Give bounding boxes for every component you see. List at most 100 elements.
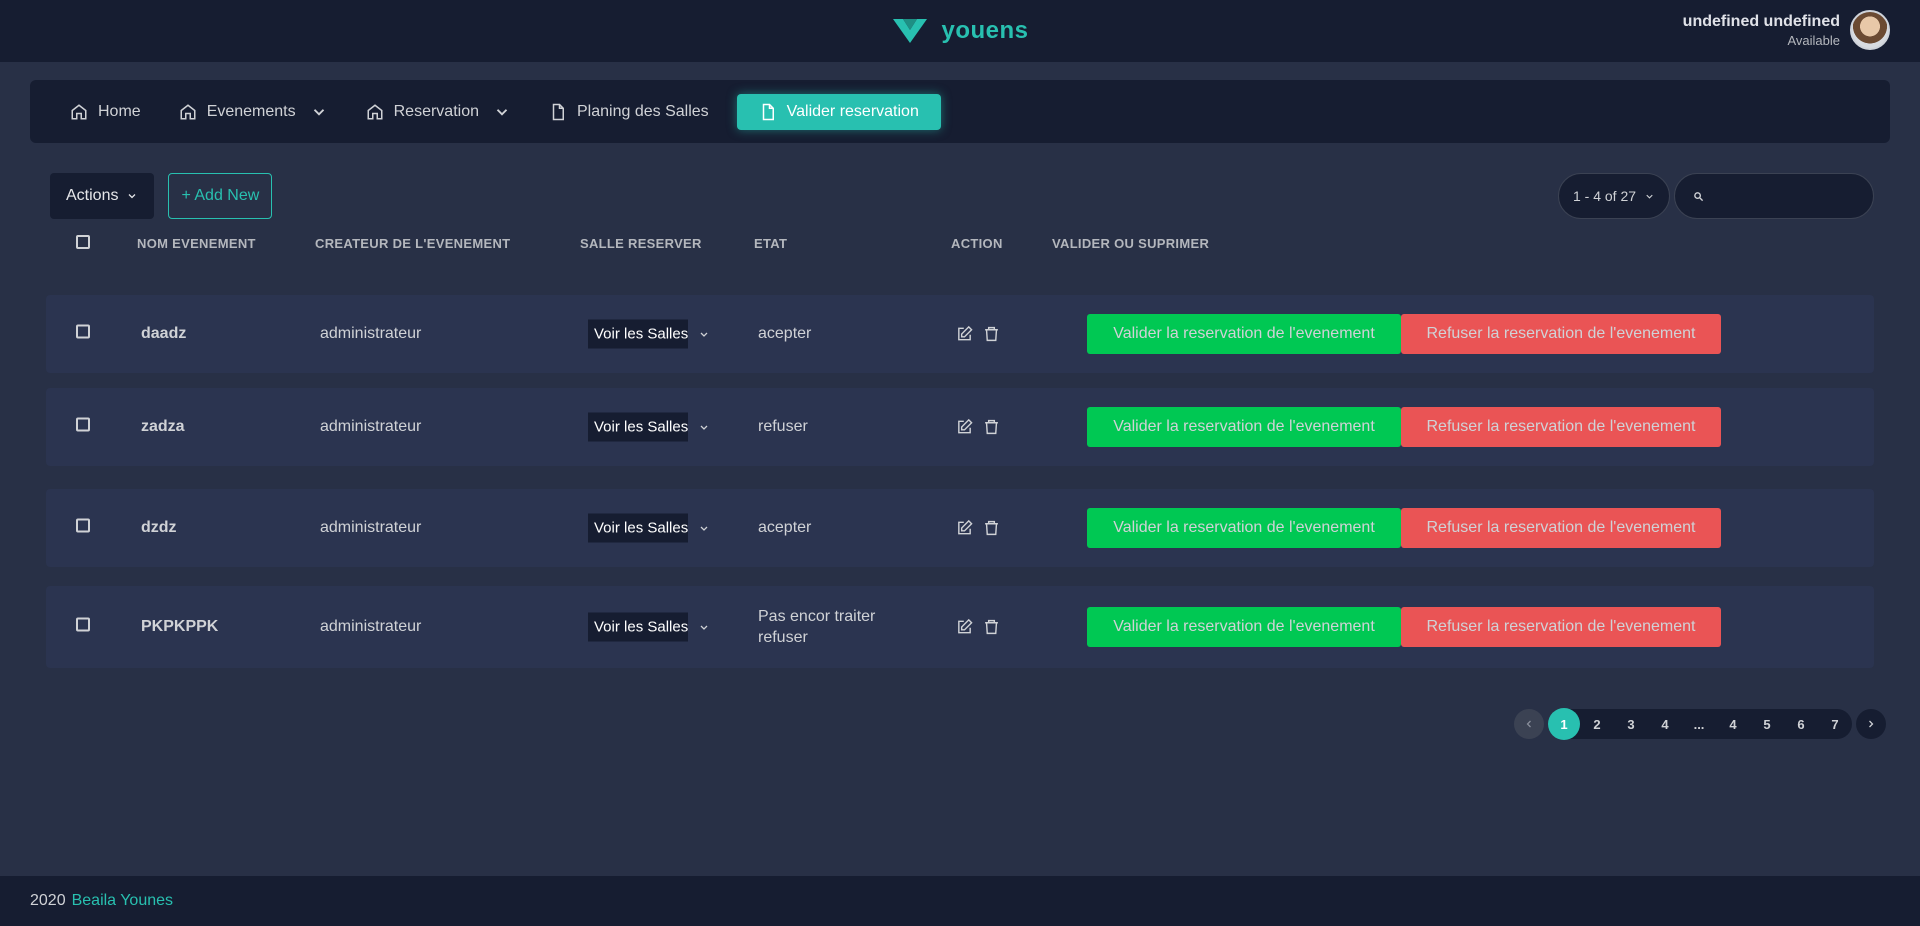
edit-icon[interactable] bbox=[956, 418, 973, 436]
validate-button[interactable]: Valider la reservation de l'evenement bbox=[1087, 314, 1401, 354]
refuse-button[interactable]: Refuser la reservation de l'evenement bbox=[1401, 607, 1721, 647]
column-header: SALLE RESERVER bbox=[580, 236, 702, 251]
event-etat: acepter bbox=[758, 519, 812, 536]
search-input[interactable] bbox=[1712, 188, 1862, 204]
column-header: ETAT bbox=[754, 236, 788, 251]
user-name: undefined undefined bbox=[1682, 12, 1840, 30]
nav-item-planing[interactable]: Planing des Salles bbox=[539, 94, 725, 130]
avatar[interactable] bbox=[1850, 10, 1890, 50]
validate-button[interactable]: Valider la reservation de l'evenement bbox=[1087, 508, 1401, 548]
chevron-down-icon bbox=[700, 425, 708, 430]
event-creator: administrateur bbox=[320, 618, 422, 635]
page-button[interactable]: 7 bbox=[1818, 709, 1852, 739]
nav-item-home[interactable]: Home bbox=[60, 94, 157, 130]
home-icon bbox=[367, 103, 383, 119]
salle-select[interactable]: Voir les Salles bbox=[588, 513, 710, 543]
validate-button[interactable]: Valider la reservation de l'evenement bbox=[1087, 407, 1401, 447]
logo-icon bbox=[893, 19, 928, 43]
row-checkbox[interactable] bbox=[76, 617, 90, 632]
event-name: zadza bbox=[141, 418, 185, 435]
select-all-checkbox[interactable] bbox=[76, 235, 90, 249]
prev-page-button[interactable] bbox=[1514, 709, 1544, 739]
row-checkbox[interactable] bbox=[76, 324, 90, 339]
event-creator: administrateur bbox=[320, 519, 422, 536]
top-bar: youens undefined undefined Available bbox=[0, 0, 1920, 62]
toolbar: Actions + Add New bbox=[50, 173, 273, 219]
salle-select[interactable]: Voir les Salles bbox=[588, 612, 710, 642]
table-row: dzdz administrateur Voir les Salles acep… bbox=[46, 489, 1874, 567]
trash-icon[interactable] bbox=[983, 326, 1000, 343]
page-button[interactable]: 5 bbox=[1750, 709, 1784, 739]
row-checkbox[interactable] bbox=[76, 518, 90, 533]
chevron-down-icon bbox=[1646, 194, 1653, 199]
nav-label: Planing des Salles bbox=[577, 102, 709, 120]
home-icon bbox=[71, 103, 87, 119]
page-button[interactable]: 6 bbox=[1784, 709, 1818, 739]
trash-icon[interactable] bbox=[983, 419, 1000, 436]
salle-select[interactable]: Voir les Salles bbox=[588, 412, 710, 442]
trash-icon[interactable] bbox=[983, 520, 1000, 537]
nav-item-valider[interactable]: Valider reservation bbox=[736, 93, 941, 130]
file-icon bbox=[762, 103, 774, 120]
table-row: PKPKPPK administrateur Voir les Salles P… bbox=[46, 586, 1874, 668]
chevron-down-icon bbox=[129, 194, 136, 199]
event-etat: Pas encor traiter bbox=[758, 608, 876, 625]
add-new-button[interactable]: + Add New bbox=[168, 173, 273, 219]
user-menu[interactable]: undefined undefined Available bbox=[1683, 10, 1890, 50]
event-creator: administrateur bbox=[320, 325, 422, 342]
refuse-button[interactable]: Refuser la reservation de l'evenement bbox=[1401, 407, 1721, 447]
table-header: NOM EVENEMENT CREATEUR DE L'EVENEMENT SA… bbox=[30, 235, 1890, 265]
chevron-down-icon bbox=[700, 526, 708, 531]
user-status: Available bbox=[1787, 32, 1840, 48]
home-icon bbox=[180, 103, 196, 119]
column-header: CREATEUR DE L'EVENEMENT bbox=[315, 236, 511, 251]
main-nav: Home Evenements Reservation Planing des … bbox=[30, 80, 1890, 143]
brand[interactable]: youens bbox=[891, 17, 1028, 45]
nav-label: Reservation bbox=[393, 102, 479, 120]
column-header: ACTION bbox=[951, 236, 1003, 251]
nav-label: Valider reservation bbox=[786, 102, 919, 120]
next-page-button[interactable] bbox=[1856, 709, 1886, 739]
page-button[interactable]: 1 bbox=[1548, 708, 1580, 740]
salle-select[interactable]: Voir les Salles bbox=[588, 319, 710, 349]
event-name: daadz bbox=[141, 325, 187, 342]
nav-item-evenements[interactable]: Evenements bbox=[169, 94, 344, 130]
table-row: daadz administrateur Voir les Salles ace… bbox=[46, 295, 1874, 373]
event-name: dzdz bbox=[141, 519, 177, 536]
chevron-left-icon bbox=[1526, 720, 1531, 728]
event-etat-secondary: refuser bbox=[758, 629, 808, 646]
nav-label: Home bbox=[98, 102, 141, 120]
actions-button[interactable]: Actions bbox=[50, 173, 155, 219]
chevron-down-icon bbox=[700, 332, 708, 337]
edit-icon[interactable] bbox=[956, 325, 973, 343]
page-button[interactable]: 4 bbox=[1648, 709, 1682, 739]
table-row: zadza administrateur Voir les Salles ref… bbox=[46, 388, 1874, 466]
page-numbers: 1 2 3 4 ... 4 5 6 7 bbox=[1548, 708, 1852, 740]
column-header: NOM EVENEMENT bbox=[137, 236, 256, 251]
edit-icon[interactable] bbox=[956, 618, 973, 636]
refuse-button[interactable]: Refuser la reservation de l'evenement bbox=[1401, 314, 1721, 354]
row-checkbox[interactable] bbox=[76, 417, 90, 432]
file-icon bbox=[552, 103, 564, 120]
chevron-down-icon bbox=[313, 108, 324, 116]
page-range-select[interactable]: 1 - 4 of 27 bbox=[1558, 173, 1670, 219]
footer-author-link[interactable]: Beaila Younes bbox=[72, 892, 173, 910]
nav-item-reservation[interactable]: Reservation bbox=[356, 94, 527, 130]
trash-icon[interactable] bbox=[983, 619, 1000, 636]
page-button[interactable]: 3 bbox=[1614, 709, 1648, 739]
chevron-right-icon bbox=[1869, 720, 1874, 728]
event-creator: administrateur bbox=[320, 418, 422, 435]
validate-button[interactable]: Valider la reservation de l'evenement bbox=[1087, 607, 1401, 647]
page-button[interactable]: 4 bbox=[1716, 709, 1750, 739]
edit-icon[interactable] bbox=[956, 519, 973, 537]
pagination: 1 2 3 4 ... 4 5 6 7 bbox=[1514, 708, 1886, 740]
search-icon bbox=[1694, 191, 1704, 201]
chevron-down-icon bbox=[496, 108, 508, 116]
reservation-card: Actions + Add New 1 - 4 of 27 NOM EVENEM… bbox=[30, 165, 1890, 685]
footer-year: 2020 bbox=[30, 892, 66, 909]
search-box[interactable] bbox=[1674, 173, 1874, 219]
refuse-button[interactable]: Refuser la reservation de l'evenement bbox=[1401, 508, 1721, 548]
column-header: VALIDER OU SUPRIMER bbox=[1052, 236, 1210, 251]
page-button[interactable]: 2 bbox=[1580, 709, 1614, 739]
page-ellipsis: ... bbox=[1693, 716, 1705, 732]
